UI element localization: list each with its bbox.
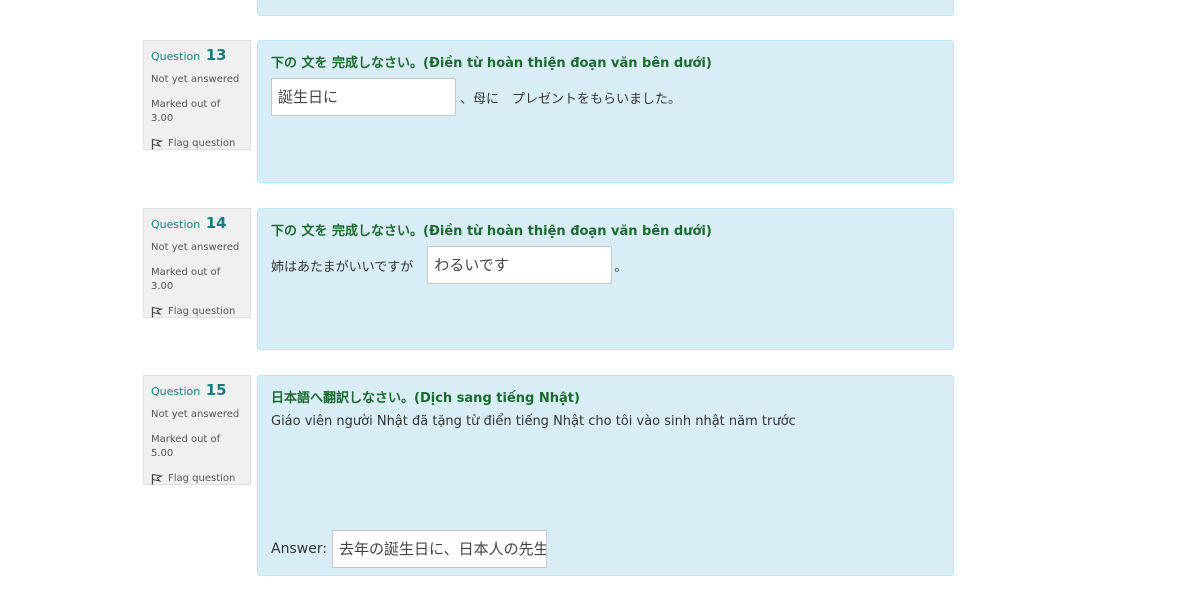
question-info: Question 14 Not yet answered Marked out … [143,208,251,318]
answer-input[interactable]: わるいです [427,246,613,284]
flag-question-label: Flag question [168,138,236,149]
question-label: Question [151,50,201,63]
question-number-value: 14 [205,214,227,232]
question-content: 下の 文を 完成しなさい。(Điền từ hoàn thiện đoạn vă… [257,40,954,183]
flag-question-label: Flag question [168,473,236,484]
flag-icon [151,306,163,318]
question-number: Question 15 [151,382,243,400]
question-number-value: 15 [205,381,227,399]
sentence-before: 姉はあたまがいいですが [271,259,414,275]
sentence-after: 。 [614,259,628,275]
flag-icon [151,473,163,485]
question-marks: Marked out of 3.00 [151,99,221,124]
answer-label: Answer: [271,541,328,557]
question-info: Question 15 Not yet answered Marked out … [143,375,251,485]
flag-icon [151,138,163,150]
answer-line: 姉はあたまがいいですが わるいです 。 [271,246,940,284]
question-info: Question 13 Not yet answered Marked out … [143,40,251,150]
answer-input[interactable]: 誕生日に [271,78,456,116]
question-state: Not yet answered [151,242,240,253]
sentence-after: 、母に プレゼントをもらいました。 [460,91,682,107]
flag-question-label: Flag question [168,306,236,317]
question-marks: Marked out of 3.00 [151,267,221,292]
question-content: 下の 文を 完成しなさい。(Điền từ hoàn thiện đoạn vă… [257,208,954,350]
question-prompt: 日本語へ翻訳しなさい。(Dịch sang tiếng Nhật) [271,391,580,406]
question-state: Not yet answered [151,409,240,420]
source-sentence: Giáo viên người Nhật đã tặng từ điển tiế… [271,414,796,429]
question-prompt: 下の 文を 完成しなさい。(Điền từ hoàn thiện đoạn vă… [271,56,712,71]
flag-question-link[interactable]: Flag question [151,305,243,319]
question-content: 日本語へ翻訳しなさい。(Dịch sang tiếng Nhật) Giáo v… [257,375,954,576]
answer-input[interactable]: 去年の誕生日に、日本人の先生 [332,530,548,568]
question-number: Question 13 [151,47,243,65]
question-number-value: 13 [205,46,227,64]
previous-question-content-edge [257,0,954,16]
question-label: Question [151,218,201,231]
question-label: Question [151,385,201,398]
flag-question-link[interactable]: Flag question [151,137,243,151]
question-prompt: 下の 文を 完成しなさい。(Điền từ hoàn thiện đoạn vă… [271,224,712,239]
question-marks: Marked out of 5.00 [151,434,221,459]
question-state: Not yet answered [151,74,240,85]
flag-question-link[interactable]: Flag question [151,472,243,486]
question-number: Question 14 [151,215,243,233]
answer-line: Answer: 去年の誕生日に、日本人の先生 [271,530,548,568]
answer-line: 誕生日に 、母に プレゼントをもらいました。 [271,78,940,116]
